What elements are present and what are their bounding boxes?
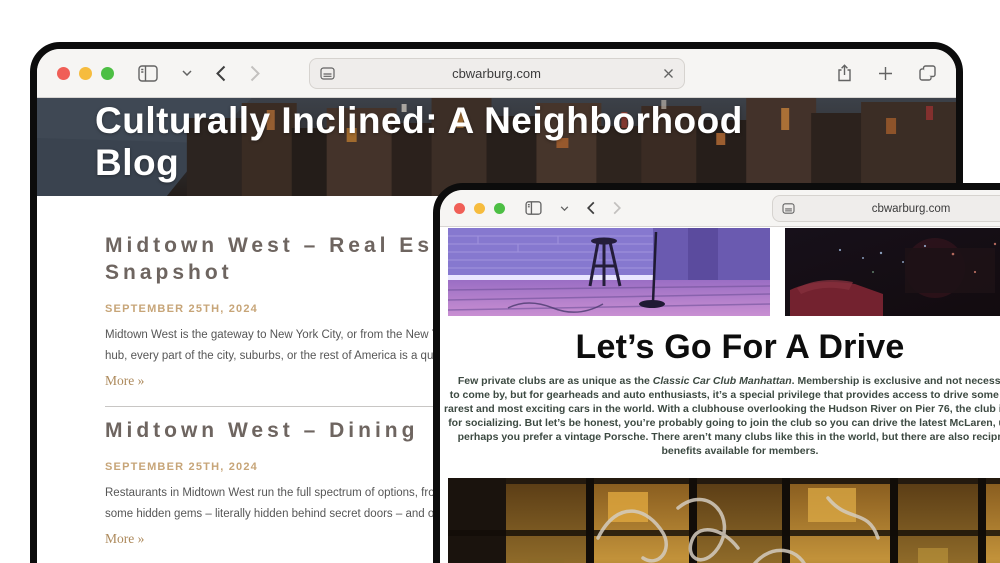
minimize-window-button[interactable] [474, 202, 485, 214]
storefront-night-photo [448, 478, 1000, 563]
desktop: cbwarburg.com Culturally Inclined: A Nei… [0, 0, 1000, 563]
close-icon[interactable] [663, 68, 674, 79]
article-image-row [440, 228, 1000, 316]
forward-icon[interactable] [613, 201, 621, 215]
close-window-button[interactable] [57, 66, 70, 80]
blog-hero-banner: Culturally Inclined: A Neighborhood Blog [37, 98, 956, 196]
browser-window-article: cbwarburg.com Let’s Go For A Drive Few p… [433, 183, 1000, 563]
article-intro: Few private clubs are as unique as the C… [443, 375, 1000, 457]
window-controls [57, 66, 114, 80]
club-lounge-photo [785, 228, 1000, 316]
zoom-window-button[interactable] [101, 66, 114, 80]
more-link[interactable]: More » [105, 531, 144, 547]
address-bar[interactable]: cbwarburg.com [308, 58, 685, 89]
tab-overview-icon[interactable] [919, 65, 936, 81]
chevron-down-icon[interactable] [182, 70, 192, 76]
forward-icon[interactable] [250, 65, 260, 82]
sidebar-icon[interactable] [138, 64, 158, 82]
share-icon[interactable] [837, 64, 852, 82]
sidebar-icon[interactable] [525, 201, 542, 215]
back-icon[interactable] [216, 65, 226, 82]
address-bar[interactable]: cbwarburg.com [772, 195, 1000, 222]
back-icon[interactable] [587, 201, 595, 215]
zoom-window-button[interactable] [494, 202, 505, 214]
reader-icon[interactable] [782, 203, 795, 214]
close-window-button[interactable] [454, 202, 465, 214]
url-text: cbwarburg.com [452, 66, 541, 81]
browser-toolbar: cbwarburg.com [37, 49, 956, 98]
minimize-window-button[interactable] [79, 66, 92, 80]
more-link[interactable]: More » [105, 373, 144, 389]
chevron-down-icon[interactable] [560, 205, 569, 211]
blog-title: Culturally Inclined: A Neighborhood Blog [95, 100, 743, 183]
article-headline: Let’s Go For A Drive [575, 328, 905, 366]
reader-icon[interactable] [319, 67, 335, 80]
comedy-stage-photo [448, 228, 770, 316]
url-text: cbwarburg.com [871, 202, 951, 215]
window-controls [454, 202, 505, 214]
browser-toolbar: cbwarburg.com [440, 190, 1000, 227]
new-tab-icon[interactable] [878, 66, 893, 81]
